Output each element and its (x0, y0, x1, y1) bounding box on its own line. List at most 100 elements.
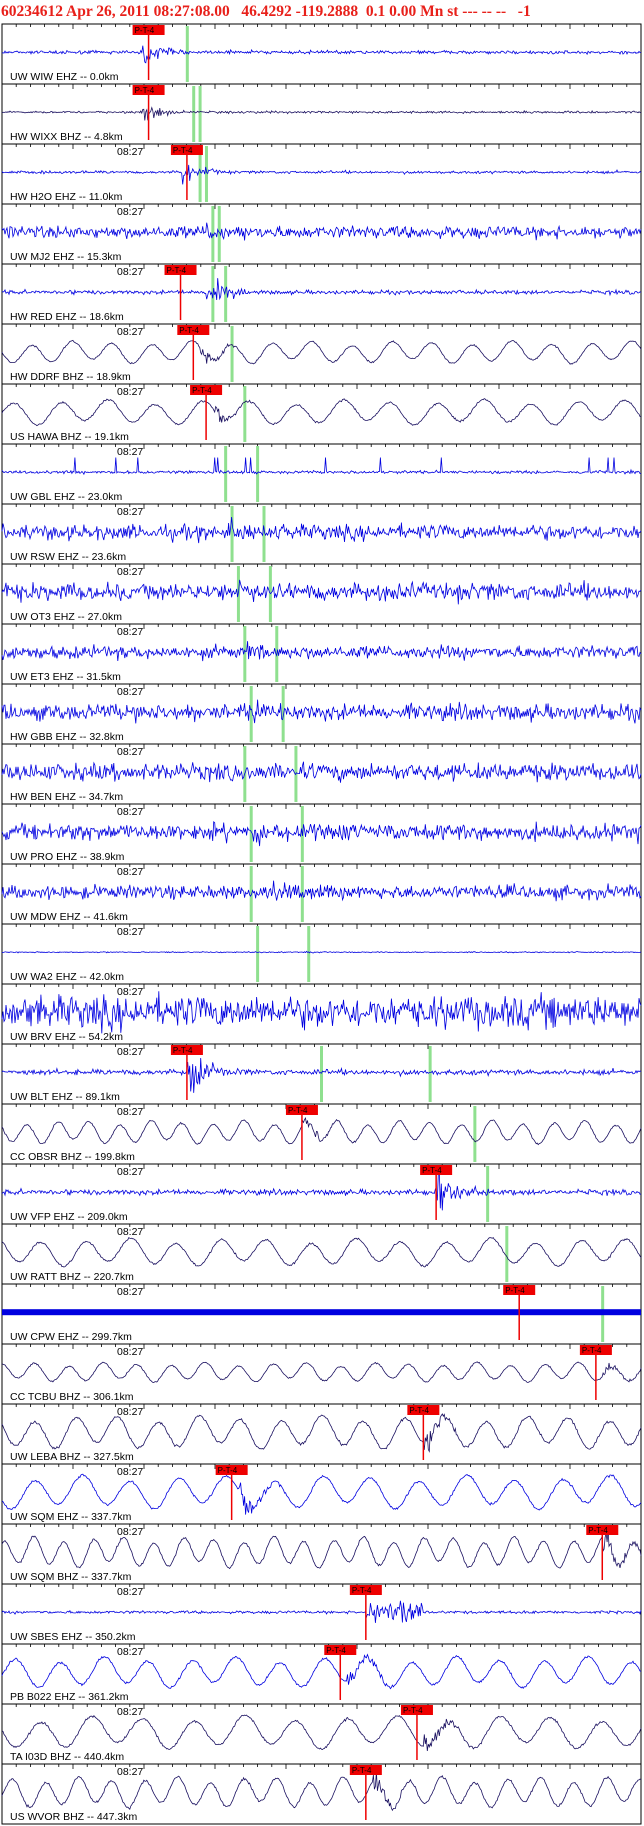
station-label: UW OT3 EHZ -- 27.0km (10, 611, 122, 623)
time-label: 08:27 (117, 1466, 143, 1478)
waveform (1, 1117, 642, 1146)
trace-row: 08:27 UW ET3 EHZ -- 31.5km (1, 623, 642, 683)
waveform (1, 398, 641, 427)
trace-row: P-T-4 08:27 US HAWA BHZ -- 19.1km (1, 383, 641, 443)
trace-row: 08:27 HW BEN EHZ -- 34.7km (1, 743, 642, 803)
time-label: 08:27 (117, 1286, 143, 1298)
trace-row: P-T-4 08:27 US WVOR BHZ -- 447.3km (1, 1763, 642, 1823)
pick-label: P-T-4 (403, 1706, 423, 1715)
pick-label: P-T-4 (505, 1286, 525, 1295)
time-label: 08:27 (117, 686, 143, 698)
time-label: 08:27 (117, 1346, 143, 1358)
trace-row: P-T-4 08:27 TA I03D BHZ -- 440.4km (1, 1703, 642, 1763)
station-label: HW RED EHZ -- 18.6km (10, 311, 124, 323)
seismogram-panel: P-T-4 UW WIW EHZ -- 0.0km P-T-4 HW WIXX BHZ… (1, 23, 642, 1825)
station-label: UW BLT EHZ -- 89.1km (10, 1091, 120, 1103)
trace-row: 08:27 UW WA2 EHZ -- 42.0km (1, 923, 642, 983)
pick-label: P-T-4 (135, 86, 155, 95)
station-label: CC OBSR BHZ -- 199.8km (10, 1151, 135, 1163)
pick-label: P-T-4 (288, 1106, 308, 1115)
waveform (1, 641, 642, 662)
waveform (1, 1168, 642, 1211)
waveform (1, 991, 642, 1034)
trace-row: P-T-4 08:27 PB B022 EHZ -- 361.2km (1, 1643, 642, 1703)
waveform (1, 1361, 642, 1384)
trace-row: 08:27 UW BRV EHZ -- 54.2km (1, 983, 642, 1043)
station-label: US HAWA BHZ -- 19.1km (10, 431, 129, 443)
trace-row: P-T-4 UW WIW EHZ -- 0.0km (1, 24, 642, 83)
trace-row: 08:27 UW MJ2 EHZ -- 15.3km (1, 203, 642, 263)
time-label: 08:27 (117, 206, 143, 218)
waveform (1, 1529, 642, 1570)
station-label: UW MJ2 EHZ -- 15.3km (10, 251, 122, 263)
time-label: 08:27 (117, 1706, 143, 1718)
time-label: 08:27 (117, 566, 143, 578)
time-label: 08:27 (117, 1406, 143, 1418)
station-label: PB B022 EHZ -- 361.2km (10, 1691, 129, 1703)
trace-row: 08:27 HW GBB EHZ -- 32.8km (1, 683, 642, 743)
waveform (1, 278, 642, 301)
waveform (1, 820, 642, 847)
waveform (1, 699, 642, 724)
trace-row: 08:27 UW RSW EHZ -- 23.6km (1, 503, 642, 563)
time-label: 08:27 (117, 1646, 143, 1658)
station-label: HW H2O EHZ -- 11.0km (10, 191, 123, 203)
station-label: HW WIXX BHZ -- 4.8km (10, 131, 123, 143)
pick-label: P-T-4 (173, 1046, 193, 1055)
trace-row: P-T-4 08:27 UW SQM EHZ -- 337.7km (1, 1463, 642, 1523)
station-label: HW GBB EHZ -- 32.8km (10, 731, 124, 743)
trace-row: P-T-4 08:27 UW SBES EHZ -- 350.2km (1, 1583, 642, 1643)
waveform (1, 1771, 642, 1812)
time-label: 08:27 (117, 986, 143, 998)
trace-row: 08:27 UW GBL EHZ -- 23.0km (1, 443, 642, 503)
pick-label: P-T-4 (582, 1346, 602, 1355)
station-label: UW SQM EHZ -- 337.7km (10, 1511, 132, 1523)
waveform (1, 761, 642, 783)
station-label: UW MDW EHZ -- 41.6km (10, 911, 128, 923)
time-label: 08:27 (117, 1586, 143, 1598)
trace-row: P-T-4 08:27 UW LEBA BHZ -- 327.5km (1, 1403, 642, 1463)
waveform (1, 339, 642, 365)
trace-row: 08:27 UW MDW EHZ -- 41.6km (1, 863, 642, 923)
trace-row: P-T-4 08:27 UW BLT EHZ -- 89.1km (1, 1043, 642, 1103)
station-label: UW GBL EHZ -- 23.0km (10, 491, 122, 503)
trace-row: P-T-4 08:27 HW DDRF BHZ -- 18.9km (1, 323, 642, 383)
waveform (1, 45, 642, 64)
waveform (1, 164, 642, 185)
station-label: CC TCBU BHZ -- 306.1km (10, 1391, 134, 1403)
time-label: 08:27 (117, 506, 143, 518)
waveform (1, 1600, 642, 1623)
station-label: UW CPW EHZ -- 299.7km (10, 1331, 132, 1343)
trace-row: P-T-4 08:27 UW SQM BHZ -- 337.7km (1, 1523, 642, 1583)
trace-row: P-T-4 08:27 UW VFP EHZ -- 209.0km (1, 1163, 642, 1223)
waveform (1, 950, 642, 954)
waveform (1, 880, 642, 902)
waveform (1, 1473, 642, 1515)
time-label: 08:27 (117, 1106, 143, 1118)
waveform (1, 516, 642, 544)
waveform (1, 1714, 642, 1752)
time-label: 08:27 (117, 1766, 143, 1778)
pick-label: P-T-4 (167, 266, 187, 275)
trace-row: P-T-4 08:27 CC TCBU BHZ -- 306.1km (1, 1343, 642, 1403)
station-label: UW PRO EHZ -- 38.9km (10, 851, 125, 863)
station-label: UW LEBA BHZ -- 327.5km (10, 1451, 134, 1463)
station-label: TA I03D BHZ -- 440.4km (10, 1751, 124, 1763)
station-label: HW DDRF BHZ -- 18.9km (10, 371, 131, 383)
trace-row: P-T-4 08:27 CC OBSR BHZ -- 199.8km (1, 1103, 642, 1163)
time-label: 08:27 (117, 926, 143, 938)
time-label: 08:27 (117, 626, 143, 638)
station-label: UW WA2 EHZ -- 42.0km (10, 971, 124, 983)
trace-row: 08:27 UW PRO EHZ -- 38.9km (1, 803, 642, 863)
waveform (1, 1413, 642, 1453)
station-label: UW SQM BHZ -- 337.7km (10, 1571, 132, 1583)
pick-label: P-T-4 (173, 146, 193, 155)
station-label: UW RATT BHZ -- 220.7km (10, 1271, 134, 1283)
time-label: 08:27 (117, 866, 143, 878)
station-label: HW BEN EHZ -- 34.7km (10, 791, 123, 803)
trace-row: P-T-4 08:27 UW CPW EHZ -- 299.7km (1, 1283, 642, 1343)
waveform (1, 222, 642, 241)
pick-label: P-T-4 (352, 1586, 372, 1595)
pick-label: P-T-4 (409, 1406, 429, 1415)
pick-label: P-T-4 (135, 26, 155, 35)
